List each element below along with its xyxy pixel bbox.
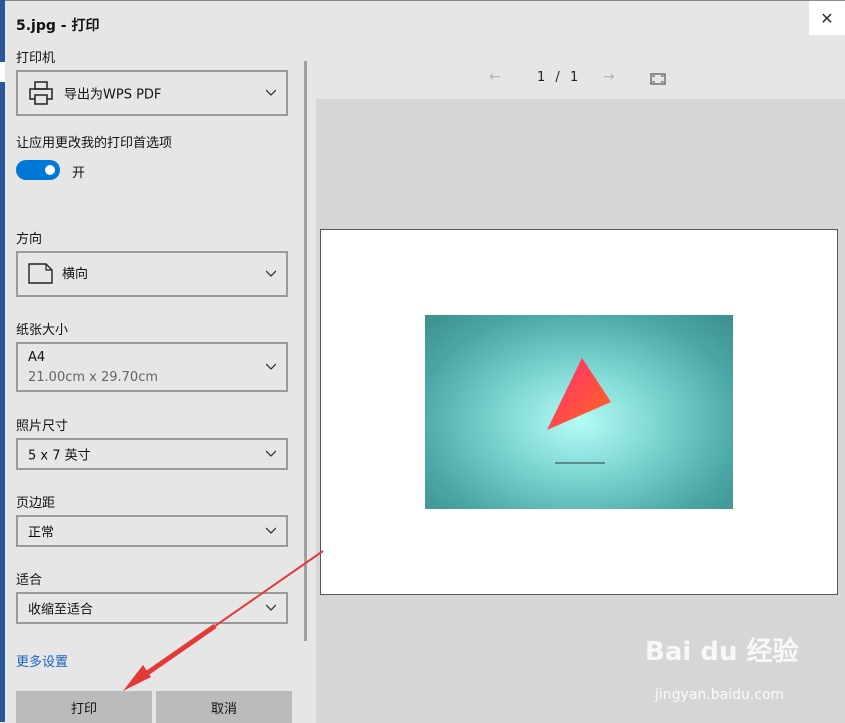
page-total: 1 [569,70,579,85]
baidu-watermark-url: jingyan.baidu.com [655,687,785,703]
arrow-right-icon: → [603,69,615,85]
fit-value: 收缩至适合 [28,602,94,618]
next-page-button[interactable]: → [603,69,615,85]
image-caption-mark [555,462,605,464]
chevron-down-icon [266,527,276,534]
photo-size-label: 照片尺寸 [16,419,69,434]
margins-value: 正常 [28,525,55,541]
paper-size-select[interactable]: A4 21.00cm x 29.70cm [16,342,288,392]
chevron-down-icon [266,89,276,96]
chevron-down-icon [266,270,276,277]
printer-label: 打印机 [16,51,56,66]
printer-select[interactable]: 导出为WPS PDF [16,70,288,116]
print-button[interactable]: 打印 [16,691,152,723]
print-preview-area [316,99,845,723]
margins-select[interactable]: 正常 [16,515,288,547]
triangle-shape [547,358,611,430]
chevron-down-icon [266,604,276,611]
panel-scrollbar[interactable] [304,61,307,641]
app-prefs-toggle[interactable] [16,160,60,180]
printer-icon [29,81,53,105]
toggle-knob [45,165,55,175]
arrow-left-icon: ← [489,69,501,85]
more-settings-link[interactable]: 更多设置 [16,651,68,670]
chevron-down-icon [266,450,276,457]
cancel-button[interactable]: 取消 [156,691,292,723]
print-dialog: 5.jpg - 打印 ✕ 打印机 导出为WPS PDF 让应用更改我的打印首选项… [5,0,845,723]
page-indicator: 1 / 1 [537,70,578,85]
margins-label: 页边距 [16,496,56,511]
paper-size-label: 纸张大小 [16,323,69,338]
paper-size-value: A4 [28,350,46,365]
close-button[interactable]: ✕ [809,1,845,35]
page-separator: / [555,70,560,85]
page-current: 1 [537,70,546,85]
prev-page-button[interactable]: ← [489,69,501,85]
fit-label: 适合 [16,573,43,588]
fullscreen-icon[interactable] [650,73,666,85]
baidu-watermark: Bai du 经验 [645,637,799,667]
close-icon: ✕ [820,8,834,28]
photo-size-value: 5 x 7 英寸 [28,448,91,464]
printer-value: 导出为WPS PDF [64,87,162,103]
orientation-select[interactable]: 横向 [16,251,288,297]
app-prefs-label: 让应用更改我的打印首选项 [16,136,173,151]
orientation-value: 横向 [62,267,89,282]
toggle-state-label: 开 [72,166,86,181]
page-landscape-icon [28,263,53,284]
chevron-down-icon [266,363,276,370]
window-title: 5.jpg - 打印 [16,18,100,34]
fit-select[interactable]: 收缩至适合 [16,592,288,624]
photo-size-select[interactable]: 5 x 7 英寸 [16,438,288,470]
orientation-label: 方向 [16,232,43,247]
preview-image [425,315,733,509]
preview-page [320,229,838,595]
paper-size-detail: 21.00cm x 29.70cm [28,370,159,385]
